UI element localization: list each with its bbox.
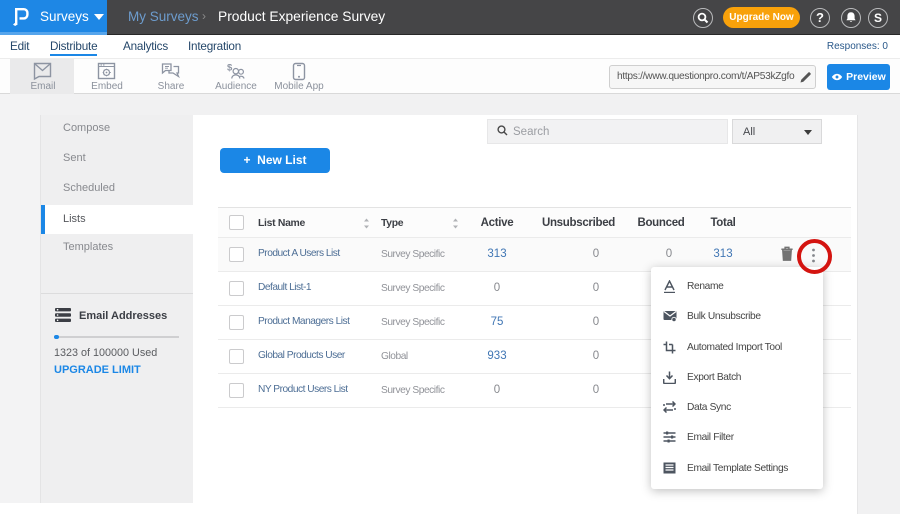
svg-text:$: $ <box>227 63 233 74</box>
